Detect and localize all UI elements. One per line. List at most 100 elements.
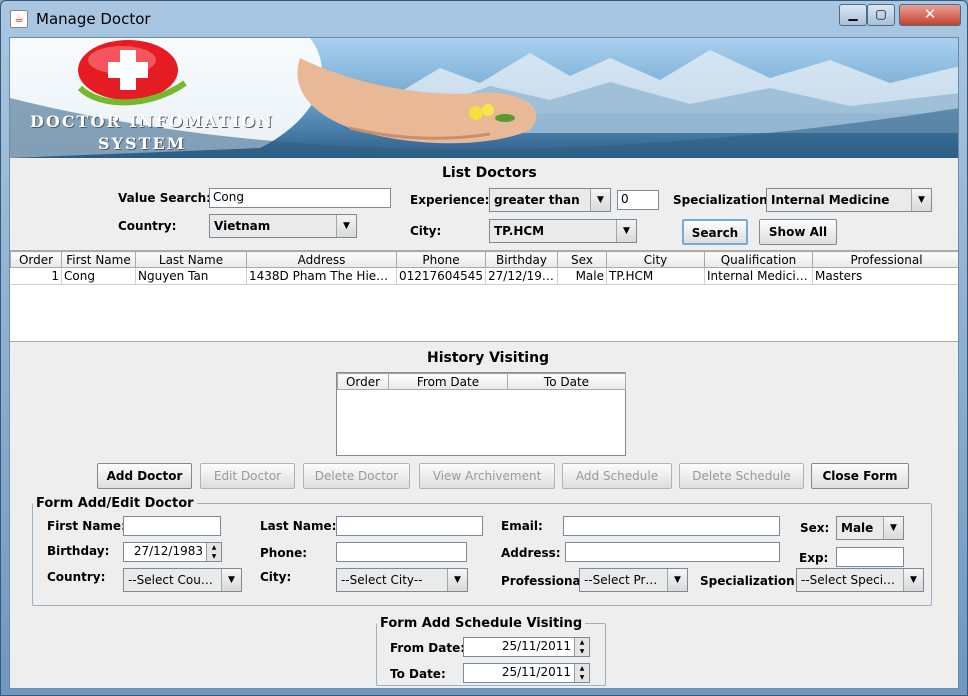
to-date-spinner[interactable]: 25/11/2011 ▲ ▼ xyxy=(463,663,590,683)
edit-doctor-button[interactable]: Edit Doctor xyxy=(200,463,295,489)
cell-phone: 01217604545 xyxy=(396,267,486,285)
column-header-birthday[interactable]: Birthday xyxy=(485,251,558,268)
delete-doctor-button[interactable]: Delete Doctor xyxy=(303,463,410,489)
spinner-up-icon[interactable]: ▲ xyxy=(574,664,589,673)
table-row[interactable]: 1 Cong Nguyen Tan 1438D Pham The Hien F.… xyxy=(10,267,958,285)
column-header-first-name[interactable]: First Name xyxy=(61,251,136,268)
country-filter-value: Vietnam xyxy=(214,219,271,233)
city-filter-value: TP.HCM xyxy=(494,224,545,238)
professional-value: --Select Prof... xyxy=(584,573,663,587)
city-filter-label: City: xyxy=(410,224,442,238)
birthday-value: 27/12/1983 xyxy=(133,544,203,558)
doctors-table: Order First Name Last Name Address Phone… xyxy=(10,251,958,285)
phone-label: Phone: xyxy=(260,546,308,560)
email-field[interactable] xyxy=(563,516,780,536)
history-visiting-heading: History Visiting xyxy=(427,350,550,366)
view-achievement-button[interactable]: View Archivement xyxy=(419,463,555,489)
city-value: --Select City-- xyxy=(341,573,423,587)
city-label: City: xyxy=(260,570,292,584)
exp-field[interactable] xyxy=(836,547,904,567)
sex-label: Sex: xyxy=(800,521,830,535)
column-header-professional[interactable]: Professional xyxy=(812,251,958,268)
professional-select[interactable]: --Select Prof... ▼ xyxy=(579,568,688,592)
search-button[interactable]: Search xyxy=(682,219,748,245)
address-field[interactable] xyxy=(565,542,780,562)
chevron-down-icon: ▼ xyxy=(447,569,467,591)
column-header-sex[interactable]: Sex xyxy=(557,251,607,268)
first-name-field[interactable] xyxy=(123,516,221,536)
column-header-phone[interactable]: Phone xyxy=(396,251,486,268)
chevron-down-icon: ▼ xyxy=(911,189,931,211)
banner-title-line2: SYSTEM xyxy=(98,134,187,153)
title-bar[interactable]: ☕ Manage Doctor ▁ ▢ ✕ xyxy=(1,1,967,35)
client-area: DOCTOR INFOMATION SYSTEM List Doctors Va… xyxy=(9,37,959,689)
country-value: --Select Countr... xyxy=(128,573,217,587)
spinner-up-icon[interactable]: ▲ xyxy=(206,543,221,552)
from-date-value: 25/11/2011 xyxy=(501,639,571,653)
column-header-address[interactable]: Address xyxy=(246,251,397,268)
list-doctors-heading: List Doctors xyxy=(442,165,537,181)
phone-field[interactable] xyxy=(336,542,467,562)
cell-address: 1438D Pham The Hien F... xyxy=(246,267,397,285)
email-label: Email: xyxy=(501,519,543,533)
column-header-qualification[interactable]: Qualification xyxy=(704,251,813,268)
country-label: Country: xyxy=(47,570,106,584)
window: ☕ Manage Doctor ▁ ▢ ✕ DOCTOR INFOMATION … xyxy=(0,0,968,696)
last-name-field[interactable] xyxy=(336,516,483,536)
java-app-icon: ☕ xyxy=(10,10,28,28)
specialization-value: --Select Speciali... xyxy=(801,573,899,587)
value-search-input[interactable]: Cong xyxy=(209,188,391,208)
to-date-value: 25/11/2011 xyxy=(501,665,571,679)
experience-value-input[interactable]: 0 xyxy=(617,190,659,210)
chevron-down-icon: ▼ xyxy=(221,569,241,591)
cell-sex: Male xyxy=(557,267,607,285)
specialization-filter-value: Internal Medicine xyxy=(771,193,890,207)
history-column-order[interactable]: Order xyxy=(337,373,389,390)
city-filter-select[interactable]: TP.HCM ▼ xyxy=(489,219,637,243)
close-form-button[interactable]: Close Form xyxy=(811,463,909,489)
experience-operator-value: greater than xyxy=(494,193,580,207)
specialization-select[interactable]: --Select Speciali... ▼ xyxy=(796,568,924,592)
birthday-label: Birthday: xyxy=(47,544,110,558)
professional-label: Professional: xyxy=(501,574,590,588)
spinner-down-icon[interactable]: ▼ xyxy=(574,673,589,682)
country-select[interactable]: --Select Countr... ▼ xyxy=(123,568,242,592)
maximize-button[interactable]: ▢ xyxy=(867,4,895,26)
column-header-order[interactable]: Order xyxy=(10,251,62,268)
column-header-city[interactable]: City xyxy=(606,251,705,268)
chevron-down-icon: ▼ xyxy=(883,517,903,539)
experience-operator-select[interactable]: greater than ▼ xyxy=(489,188,611,212)
doctors-table-container: Order First Name Last Name Address Phone… xyxy=(10,250,958,342)
from-date-spinner[interactable]: 25/11/2011 ▲ ▼ xyxy=(463,637,590,657)
from-date-label: From Date: xyxy=(390,641,466,655)
delete-schedule-button[interactable]: Delete Schedule xyxy=(679,463,804,489)
first-name-label: First Name: xyxy=(47,519,126,533)
to-date-label: To Date: xyxy=(390,667,446,681)
birthday-spinner[interactable]: 27/12/1983 ▲ ▼ xyxy=(123,542,222,562)
banner-title-line1: DOCTOR INFOMATION xyxy=(30,112,274,131)
chevron-down-icon: ▼ xyxy=(903,569,923,591)
cell-birthday: 27/12/1983 xyxy=(485,267,558,285)
country-filter-select[interactable]: Vietnam ▼ xyxy=(209,214,357,238)
chevron-down-icon: ▼ xyxy=(667,569,687,591)
history-column-to-date[interactable]: To Date xyxy=(507,373,626,390)
city-select[interactable]: --Select City-- ▼ xyxy=(336,568,468,592)
specialization-filter-select[interactable]: Internal Medicine ▼ xyxy=(766,188,932,212)
cell-first-name: Cong xyxy=(61,267,136,285)
spinner-down-icon[interactable]: ▼ xyxy=(574,647,589,656)
spinner-up-icon[interactable]: ▲ xyxy=(574,638,589,647)
sex-value: Male xyxy=(841,521,874,535)
exp-label: Exp: xyxy=(799,551,829,565)
history-table-header: Order From Date To Date xyxy=(337,373,626,390)
sex-select[interactable]: Male ▼ xyxy=(836,516,904,540)
chevron-down-icon: ▼ xyxy=(616,220,636,242)
add-doctor-button[interactable]: Add Doctor xyxy=(97,463,192,489)
show-all-button[interactable]: Show All xyxy=(759,219,837,245)
add-schedule-button[interactable]: Add Schedule xyxy=(562,463,672,489)
minimize-button[interactable]: ▁ xyxy=(839,4,867,26)
spinner-down-icon[interactable]: ▼ xyxy=(206,552,221,561)
column-header-last-name[interactable]: Last Name xyxy=(135,251,247,268)
close-window-button[interactable]: ✕ xyxy=(899,4,961,26)
history-column-from-date[interactable]: From Date xyxy=(388,373,508,390)
value-search-label: Value Search: xyxy=(118,191,211,205)
